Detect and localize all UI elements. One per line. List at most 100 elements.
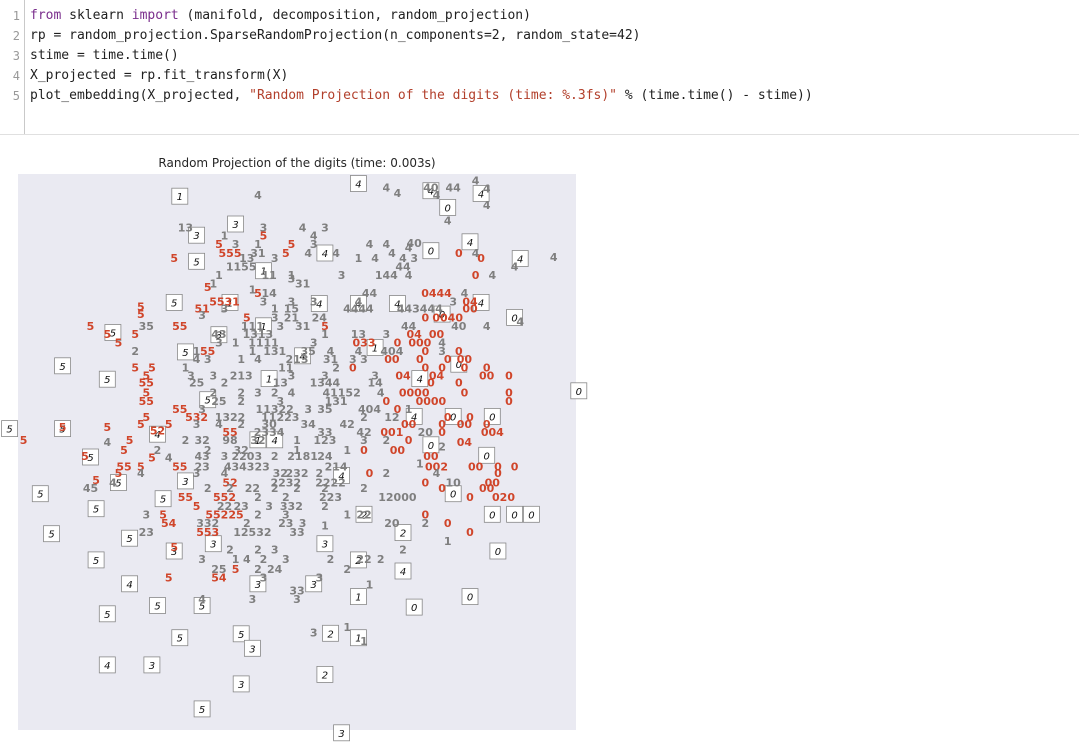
thumbnail-digit: 0	[467, 593, 473, 604]
digit-label: 4	[288, 387, 296, 400]
code-line[interactable]: 4 X_projected = rp.fit_transform(X)	[0, 66, 289, 86]
digit-label: 0	[382, 395, 390, 408]
digit-label: 4	[388, 247, 396, 260]
digit-thumbnail: 5	[1, 420, 19, 438]
thumbnail-digit: 0	[428, 247, 434, 258]
code-line[interactable]: 3 stime = time.time()	[0, 46, 179, 66]
thumbnail-digit: 4	[104, 661, 110, 672]
thumbnail-digit: 3	[210, 540, 216, 551]
digit-label: 2	[360, 411, 368, 424]
digit-label: 3	[254, 387, 262, 400]
digit-label: 3	[198, 553, 206, 566]
digit-label: 11	[261, 269, 276, 282]
digit-label: 00	[390, 444, 406, 457]
digit-label: 1	[237, 353, 245, 366]
code-line[interactable]: 5 plot_embedding(X_projected, "Random Pro…	[0, 86, 813, 106]
thumbnail-digit: 5	[160, 495, 166, 506]
digit-label: 3	[271, 252, 279, 265]
digit-label: 4	[366, 238, 374, 251]
code-token: import	[131, 8, 179, 23]
digit-label: 3	[321, 221, 329, 234]
digit-label: 4444	[343, 303, 374, 316]
digit-label: 5	[165, 418, 173, 431]
digit-thumbnail: 0	[570, 382, 588, 400]
thumbnail-digit: 0	[528, 510, 534, 521]
digit-label: 52	[150, 424, 165, 437]
code-token: rp = random_projection.SparseRandomProje…	[30, 28, 641, 43]
digit-label: 35	[317, 403, 332, 416]
digit-thumbnail: 5	[188, 252, 206, 270]
digit-label: 0	[444, 517, 452, 530]
digit-label: 31	[295, 278, 310, 291]
digit-label: 3	[142, 508, 150, 521]
code-token: (manifold, decomposition, random_project…	[178, 8, 531, 23]
digit-thumbnail: 0	[483, 505, 501, 523]
digit-label: 1	[405, 403, 413, 416]
thumbnail-digit: 4	[126, 580, 132, 591]
digit-label: 2	[332, 362, 340, 375]
digit-label: 55	[178, 491, 193, 504]
digit-label: 4	[516, 315, 524, 328]
digit-label: 4	[254, 353, 262, 366]
digit-label: 1155	[226, 260, 257, 273]
digit-label: 3	[260, 572, 268, 585]
digit-label: 434323	[224, 461, 270, 474]
digit-thumbnail: 5	[193, 700, 211, 718]
digit-label: 00	[462, 303, 478, 316]
digit-label: 1	[232, 337, 240, 350]
thumbnail-digit: 0	[445, 203, 451, 214]
thumbnail-digit: 5	[182, 348, 188, 359]
digit-label: 5	[120, 444, 128, 457]
digit-label: 5	[282, 247, 290, 260]
digit-label: 2222	[315, 477, 346, 490]
thumbnail-digit: 4	[400, 567, 406, 578]
thumbnail-digit: 5	[126, 534, 132, 545]
digit-label: 54	[161, 517, 177, 530]
digit-thumbnail: 4	[349, 175, 367, 192]
digit-label: 1	[343, 621, 351, 634]
output-area: Random Projection of the digits (time: 0…	[0, 134, 1079, 745]
digit-label: 3	[209, 369, 217, 382]
code-cell[interactable]: 1 from sklearn import (manifold, decompos…	[0, 0, 1079, 135]
digit-label: 44	[362, 287, 378, 300]
digit-label: 4	[433, 467, 441, 480]
code-text: from sklearn import (manifold, decomposi…	[30, 6, 531, 26]
digit-thumbnail: 5	[54, 357, 71, 375]
digit-label: 4	[394, 187, 402, 200]
digit-label: 0	[405, 434, 413, 447]
digit-label: 0	[438, 482, 446, 495]
digit-label: 3	[360, 353, 368, 366]
digit-thumbnail: 3	[232, 675, 250, 693]
digit-label: 2	[271, 450, 279, 463]
thumbnail-digit: 0	[489, 510, 495, 521]
digit-label: 0	[461, 387, 469, 400]
thumbnail-digit: 5	[6, 425, 12, 436]
digit-label: 25	[211, 395, 226, 408]
digit-label: 20	[384, 517, 400, 530]
code-line[interactable]: 2 rp = random_projection.SparseRandomProj…	[0, 26, 641, 46]
thumbnail-digit: 5	[199, 705, 205, 716]
digit-label: 1	[343, 444, 351, 457]
digit-label: 20	[418, 426, 434, 439]
code-line[interactable]: 1 from sklearn import (manifold, decompos…	[0, 6, 531, 26]
digit-thumbnail: 4	[394, 562, 412, 580]
digit-label: 04	[395, 369, 411, 382]
digit-label: 0	[349, 362, 357, 375]
line-number: 2	[12, 29, 20, 43]
thumbnail-digit: 5	[93, 556, 99, 567]
thumbnail-digit: 3	[338, 729, 344, 740]
digit-label: 55	[172, 320, 187, 333]
digit-thumbnail: 0	[439, 199, 457, 216]
thumbnail-digit: 5	[104, 375, 110, 386]
thumbnail-digit: 2	[322, 670, 328, 681]
code-text: stime = time.time()	[30, 46, 179, 66]
digit-label: 3	[271, 543, 279, 556]
thumbnail-digit: 4	[417, 375, 423, 386]
digit-label: 1	[366, 578, 374, 591]
digit-label: 4	[550, 251, 558, 264]
digit-label: 4	[304, 247, 312, 260]
digit-label: 2	[204, 482, 212, 495]
digit-label: 0	[455, 247, 463, 260]
digit-label: 2	[254, 491, 262, 504]
digit-label: 1	[321, 519, 329, 532]
